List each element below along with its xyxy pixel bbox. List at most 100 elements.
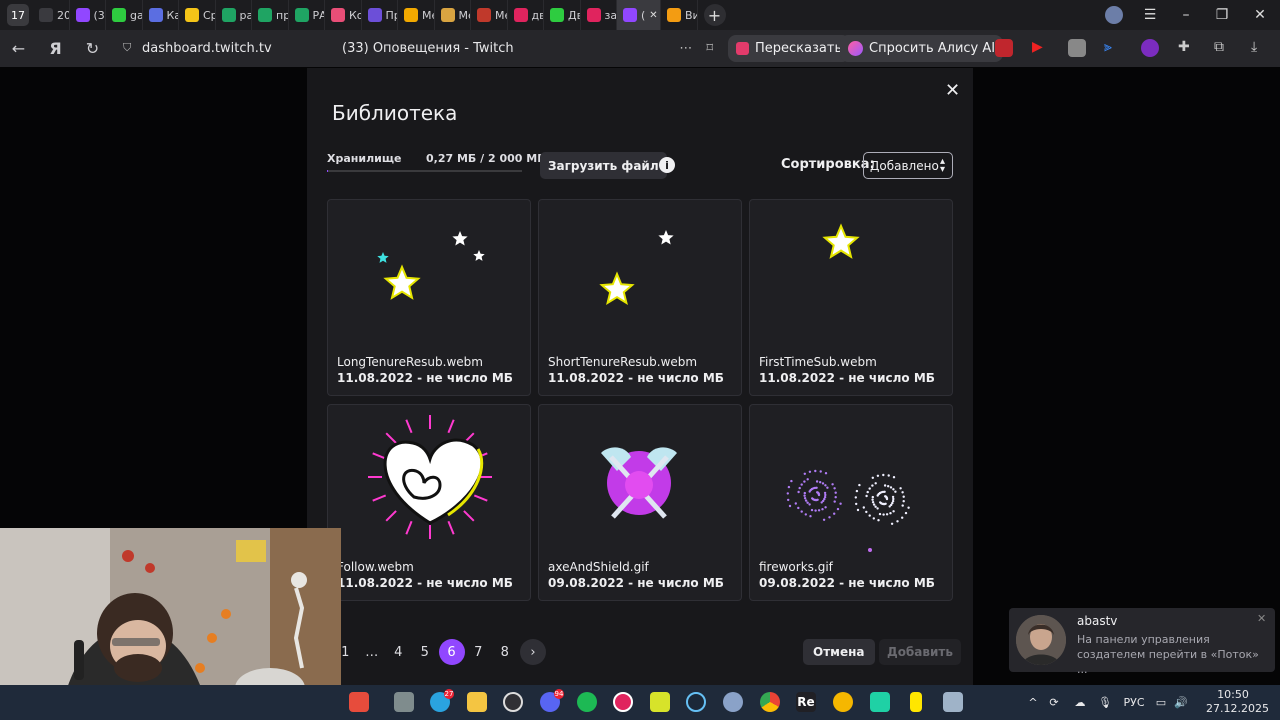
network-icon[interactable]: ▭ <box>1151 696 1171 709</box>
page-button[interactable]: 4 <box>385 639 412 665</box>
notes-icon[interactable] <box>650 692 670 712</box>
page-button[interactable]: 5 <box>412 639 439 665</box>
page-button[interactable]: 6 <box>438 639 465 665</box>
bookmark-icon[interactable]: ⌑ <box>706 41 713 56</box>
browser-tab[interactable]: Пр <box>362 0 398 30</box>
browser-tab[interactable]: Дв <box>544 0 581 30</box>
extension-icon[interactable] <box>1068 39 1086 57</box>
restore-icon[interactable]: ❐ <box>1204 0 1240 30</box>
telegram-badge: 27 <box>444 689 454 699</box>
next-page-icon[interactable]: › <box>520 639 546 665</box>
file-meta: 09.08.2022 - не число МБ <box>759 576 935 590</box>
browser-tab[interactable]: gai <box>106 0 143 30</box>
chrome-icon[interactable] <box>760 692 780 712</box>
file-card[interactable]: LongTenureResub.webm 11.08.2022 - не чис… <box>327 199 531 396</box>
browser-tab[interactable]: РА <box>289 0 325 30</box>
minimize-icon[interactable]: – <box>1168 0 1204 30</box>
browser-tab[interactable]: 20 я <box>33 0 70 30</box>
file-meta: 09.08.2022 - не число МБ <box>548 576 724 590</box>
collections-icon[interactable]: ⧉ <box>1214 39 1232 57</box>
notification-toast[interactable]: abastv На панели управления создателем п… <box>1009 608 1275 676</box>
clock-time: 10:50 <box>1217 688 1249 701</box>
profile-avatar[interactable] <box>1096 0 1132 30</box>
library-modal: Библиотека ✕ Хранилище 0,27 МБ / 2 000 М… <box>307 68 973 685</box>
calculator-icon[interactable] <box>943 692 963 712</box>
sort-select[interactable]: Добавлено ▴ ▾ <box>863 152 953 179</box>
browser-tab[interactable]: Ме <box>398 0 435 30</box>
microphone-icon[interactable]: 🎙 <box>1093 696 1117 709</box>
browser-tab[interactable]: Ка <box>143 0 179 30</box>
browser-tab[interactable]: (✕ <box>617 0 661 30</box>
file-explorer-icon[interactable] <box>467 692 487 712</box>
reaper-icon[interactable]: Re <box>796 692 816 712</box>
taskbar: 27 94 Re ^ ⟳ ☁ 🎙 РУС ▭ 🔊 10:50 27.12.202… <box>0 685 1280 720</box>
browser-tab[interactable]: ра <box>216 0 252 30</box>
file-card[interactable]: ShortTenureResub.webm 11.08.2022 - не чи… <box>538 199 742 396</box>
app-icon[interactable] <box>577 692 597 712</box>
file-card[interactable]: axeAndShield.gif 09.08.2022 - не число М… <box>538 404 742 601</box>
file-meta: 11.08.2022 - не число МБ <box>337 371 513 385</box>
obs-icon[interactable] <box>503 692 523 712</box>
page-button[interactable]: 7 <box>465 639 492 665</box>
browser-tab[interactable]: Ср <box>179 0 216 30</box>
file-card[interactable]: Follow.webm 11.08.2022 - не число МБ <box>327 404 531 601</box>
browser-tab[interactable]: пр <box>252 0 289 30</box>
address-field[interactable]: ⛉ dashboard.twitch.tv (33) Оповещения - … <box>114 35 719 62</box>
browser-tab[interactable]: Ме <box>471 0 508 30</box>
browser-tab[interactable]: (33 <box>70 0 106 30</box>
add-button[interactable]: Добавить <box>879 639 961 665</box>
file-thumbnail <box>539 405 741 555</box>
extension-icon[interactable]: ⫸ <box>1104 39 1122 57</box>
yandex-icon[interactable]: Я <box>37 30 74 67</box>
close-icon[interactable]: ✕ <box>945 80 960 101</box>
browser-tab[interactable]: зар <box>581 0 617 30</box>
browser-tab[interactable]: Ви <box>661 0 698 30</box>
file-thumbnail <box>328 405 530 555</box>
extension-icon[interactable] <box>995 39 1013 57</box>
steam-icon[interactable] <box>686 692 706 712</box>
browser-tab[interactable]: Ко <box>325 0 362 30</box>
menu-icon[interactable]: ☰ <box>1132 0 1168 30</box>
app-icon[interactable] <box>910 692 922 712</box>
volume-icon[interactable]: 🔊 <box>1171 696 1191 709</box>
shield-icon: ⛉ <box>123 41 132 54</box>
file-card[interactable]: FirstTimeSub.webm 11.08.2022 - не число … <box>749 199 953 396</box>
calendar-app-icon[interactable] <box>349 692 369 712</box>
close-tab-icon[interactable]: ✕ <box>649 10 657 21</box>
task-view-icon[interactable] <box>394 692 414 712</box>
new-tab-button[interactable]: + <box>703 4 726 26</box>
yandex-browser-icon[interactable] <box>613 692 633 712</box>
settings-gear-icon[interactable] <box>723 692 743 712</box>
window-close-icon[interactable]: ✕ <box>1242 0 1278 30</box>
close-icon[interactable]: ✕ <box>1257 612 1266 625</box>
app-icon <box>331 8 345 22</box>
app-icon[interactable] <box>833 692 853 712</box>
tab-count-badge[interactable]: 17 <box>7 4 29 26</box>
sort-value: Добавлено <box>870 158 939 173</box>
tray-expand-icon[interactable]: ^ <box>1025 696 1041 709</box>
page-button[interactable]: 8 <box>492 639 519 665</box>
sync-icon[interactable]: ⟳ <box>1041 696 1067 709</box>
tab-label: Ви <box>685 8 697 22</box>
browser-tab[interactable]: Ме <box>435 0 471 30</box>
clock[interactable]: 10:50 27.12.2025 <box>1206 688 1269 716</box>
more-icon[interactable]: ⋯ <box>679 41 692 56</box>
file-card[interactable]: fireworks.gif 09.08.2022 - не число МБ <box>749 404 953 601</box>
storage-label: Хранилище <box>327 152 402 165</box>
reload-icon[interactable]: ↻ <box>74 30 111 67</box>
language-indicator[interactable]: РУС <box>1117 696 1151 709</box>
youtube-icon[interactable]: ▶ <box>1032 39 1050 57</box>
info-icon[interactable]: i <box>659 157 675 173</box>
back-icon[interactable]: ← <box>0 30 37 67</box>
app-icon[interactable] <box>870 692 890 712</box>
upload-file-button[interactable]: Загрузить файл <box>540 152 667 179</box>
extensions-icon[interactable]: ✚ <box>1178 39 1196 57</box>
retell-button[interactable]: Пересказать <box>728 35 851 62</box>
browser-tab[interactable]: два <box>508 0 544 30</box>
extension-icon[interactable] <box>1141 39 1159 57</box>
cloud-icon[interactable]: ☁ <box>1067 696 1093 709</box>
download-icon[interactable]: ⤓ <box>1251 39 1269 57</box>
ask-alice-button[interactable]: Спросить Алису AI <box>840 35 1004 62</box>
file-thumbnail <box>539 200 741 350</box>
cancel-button[interactable]: Отмена <box>803 639 875 665</box>
